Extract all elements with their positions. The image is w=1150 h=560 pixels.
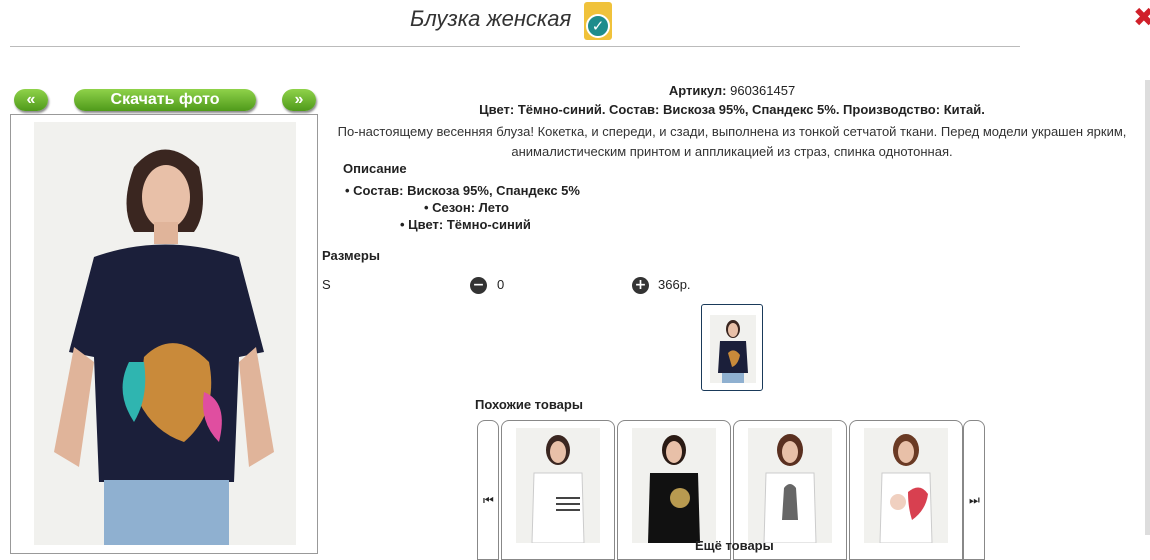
- size-price: 366р.: [658, 277, 691, 292]
- increase-quantity-button[interactable]: +: [632, 277, 649, 294]
- description-heading: Описание: [343, 161, 407, 176]
- article-value: 960361457: [730, 83, 796, 98]
- carousel-prev-icon[interactable]: ⏮: [477, 420, 499, 560]
- decrease-quantity-button[interactable]: −: [470, 277, 487, 294]
- spec-item: • Состав: Вискоза 95%, Спандекс 5%: [345, 183, 580, 198]
- page-scrollbar[interactable]: [1145, 80, 1150, 535]
- article-line: Артикул: 960361457: [320, 83, 1144, 98]
- similar-heading: Похожие товары: [475, 397, 583, 412]
- check-badge-icon: ✓: [584, 2, 612, 40]
- similar-item[interactable]: [501, 420, 615, 560]
- download-photo-button[interactable]: Скачать фото: [74, 89, 256, 111]
- product-description: По-настоящему весенняя блуза! Кокетка, и…: [337, 124, 1127, 159]
- size-label: S: [322, 277, 331, 292]
- article-label: Артикул:: [668, 83, 727, 98]
- quantity-value: 0: [497, 277, 505, 292]
- similar-item[interactable]: [849, 420, 963, 560]
- next-photo-button[interactable]: »: [282, 89, 316, 111]
- spec-item: • Сезон: Лето: [424, 200, 509, 215]
- close-icon[interactable]: ✖: [1133, 4, 1150, 32]
- title-divider: [10, 46, 1020, 47]
- sizes-heading: Размеры: [322, 248, 380, 263]
- page-title: Блузка женская: [410, 6, 572, 31]
- carousel-next-icon[interactable]: ⏭: [963, 420, 985, 560]
- photo-thumbnail[interactable]: [701, 304, 763, 391]
- more-items-link[interactable]: Ещё товары: [695, 538, 774, 553]
- product-summary: Цвет: Тёмно-синий. Состав: Вискоза 95%, …: [479, 102, 985, 117]
- main-product-photo[interactable]: [34, 122, 296, 545]
- prev-photo-button[interactable]: «: [14, 89, 48, 111]
- spec-item: • Цвет: Тёмно-синий: [400, 217, 531, 232]
